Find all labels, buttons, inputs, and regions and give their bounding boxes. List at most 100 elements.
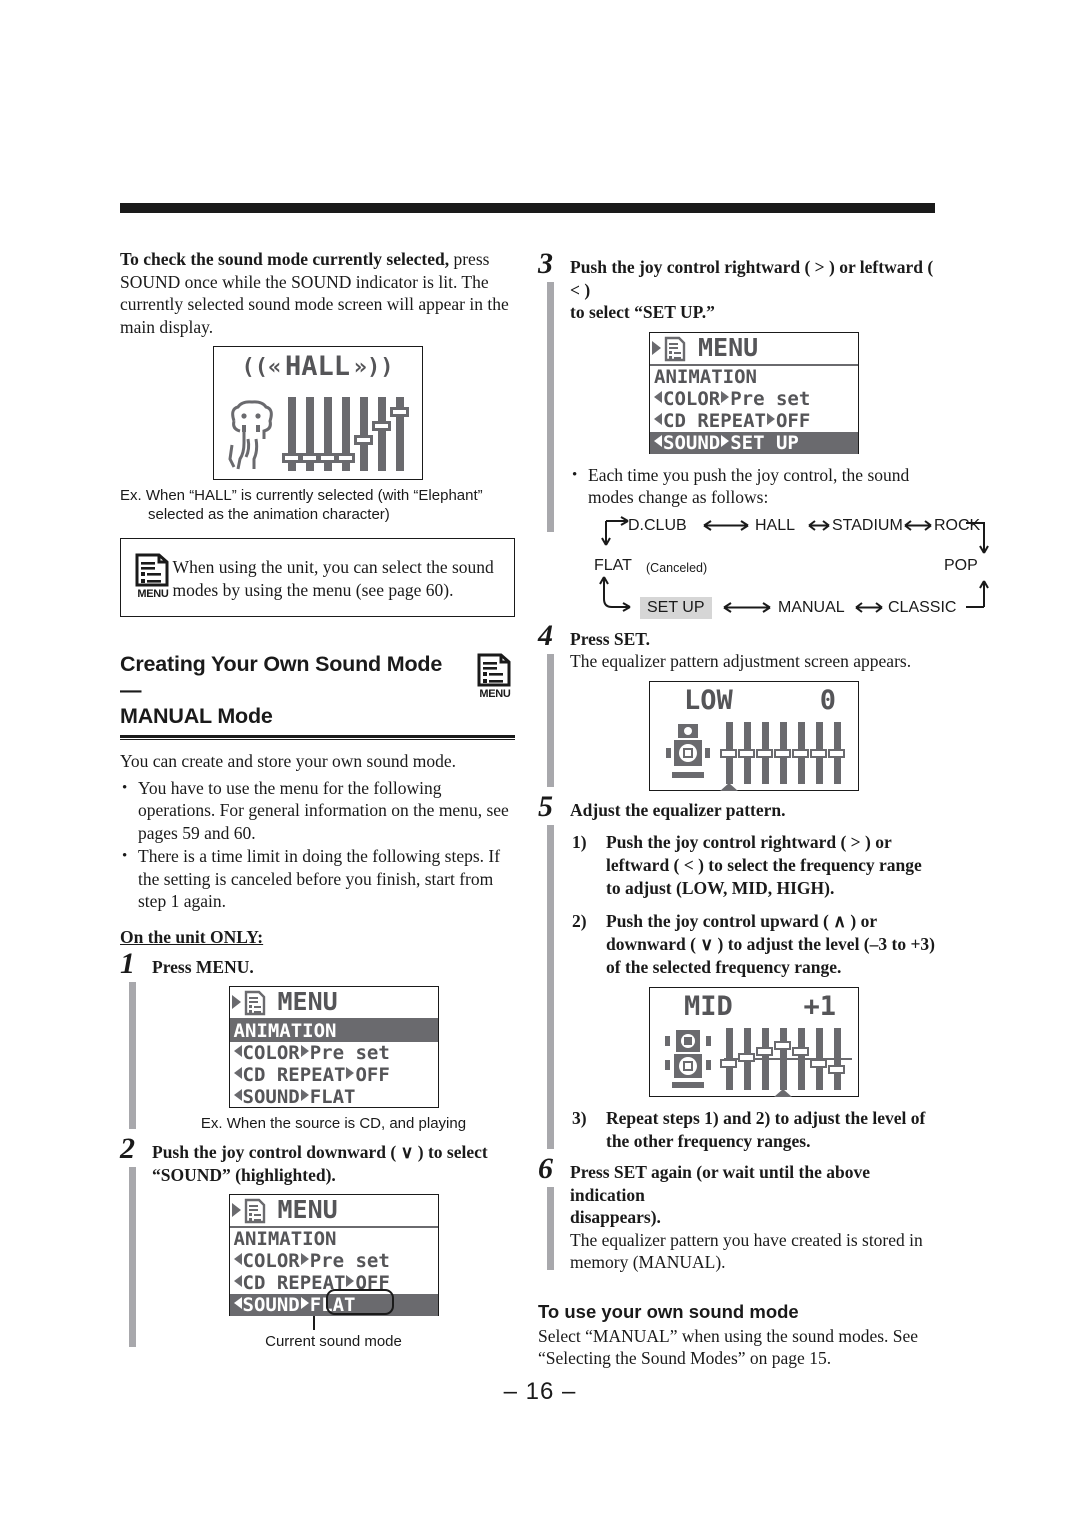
lcd-row-label: CD REPEAT <box>242 1272 346 1294</box>
step-5: 5 Adjust the equalizer pattern. 1) Push … <box>538 791 938 1154</box>
step-5-number: 5 <box>538 789 553 823</box>
lcd-row-label: SOUND <box>242 1086 300 1108</box>
flow-node-setup: SET UP <box>640 596 712 619</box>
step-5-equalizer-display: MID +1 <box>649 987 859 1097</box>
eq-band-label: MID <box>684 991 733 1022</box>
lcd-row-color: COLOR Pre set <box>230 1250 438 1272</box>
lcd-row-animation: ANIMATION <box>650 366 858 388</box>
lcd-row-sound: SOUND FLAT <box>230 1086 438 1108</box>
page-number: – 16 – <box>503 1378 577 1405</box>
flow-node-hall: HALL <box>755 516 796 534</box>
step-3-menu-display: MENU ANIMATION COLOR Pre set CD REPEAT OFF… <box>649 331 859 454</box>
right-arrow-icon <box>300 1297 309 1309</box>
lcd-row-label: SOUND <box>242 1294 300 1316</box>
step-4-title: Press SET. <box>570 628 651 649</box>
lcd-menu-icon <box>664 336 686 362</box>
lcd-row-value: Pre set <box>309 1250 390 1272</box>
lcd-row-cd-repeat: CD REPEAT OFF <box>230 1064 438 1086</box>
left-arrow-icon <box>233 1045 242 1057</box>
flow-node-manual: MANUAL <box>778 598 845 616</box>
flow-arrow-hall-stadium <box>808 519 830 531</box>
left-arrow-icon <box>652 340 661 355</box>
lcd-row-sound: SOUND SET UP <box>650 431 858 454</box>
list-item: Each time you push the joy control, the … <box>570 464 938 509</box>
lcd-row-label: COLOR <box>663 387 721 410</box>
lcd-title: MENU <box>277 1195 338 1224</box>
lcd-menu-icon <box>244 990 266 1016</box>
menu-icon-label: MENU <box>137 588 169 600</box>
lcd-title: MENU <box>277 987 338 1016</box>
lcd-row-animation: ANIMATION <box>229 1020 438 1042</box>
lcd-row-value: SET UP <box>730 431 799 454</box>
lcd-row-value: OFF <box>355 1064 390 1086</box>
section-intro: You can create and store your own sound … <box>120 751 456 771</box>
lcd-row-cd-repeat: CD REPEAT OFF <box>650 410 858 432</box>
list-item: You have to use the menu for the followi… <box>120 777 515 845</box>
right-arrow-icon <box>300 1045 309 1057</box>
hall-display-caption: Ex. When “HALL” is currently selected (w… <box>120 487 483 523</box>
manual-page: To check the sound mode currently select… <box>0 0 1080 1528</box>
step-2-menu-display: MENU ANIMATION COLOR Pre set CD REPEAT OFF… <box>228 1194 439 1316</box>
substep-text: Push the joy control upward ( ∧ ) or dow… <box>606 911 936 977</box>
section-heading-line2: MANUAL Mode <box>120 704 273 728</box>
lcd-title: MENU <box>698 332 759 362</box>
step-4: 4 Press SET. The equalizer pattern adjus… <box>538 620 938 791</box>
right-arrow-icon <box>721 390 730 403</box>
wave-right-icon: »)) <box>353 355 394 380</box>
step-3-title: Push the joy control rightward ( > ) or … <box>570 256 938 324</box>
right-arrow-icon <box>766 412 775 425</box>
lcd-row-cd-repeat: CD REPEAT OFF <box>230 1272 438 1294</box>
step-3-number: 3 <box>538 247 553 280</box>
section-heading: Creating Your Own Sound Mode — MANUAL Mo… <box>120 651 515 729</box>
document-icon <box>477 653 511 687</box>
section-menu-icon: MENU <box>477 653 513 700</box>
flow-arrow-rock-to-pop <box>966 521 989 553</box>
eq-band-label: LOW <box>684 684 733 716</box>
lcd-menu-icon <box>244 1198 266 1224</box>
lcd-header: MENU <box>229 1195 438 1228</box>
step-6-bar <box>547 1187 554 1270</box>
intro-lead-bold: To check the sound mode currently select… <box>120 249 450 269</box>
elephant-character-icon <box>224 399 280 473</box>
joy-control-icon <box>662 1028 714 1090</box>
callout-connector <box>152 1316 515 1332</box>
lcd-header: MENU <box>229 987 438 1020</box>
left-arrow-icon <box>233 1089 242 1101</box>
flow-arrow-stadium-rock <box>904 519 932 531</box>
flow-arrow-into-dclub <box>601 515 629 545</box>
lcd-row-sound: SOUND FLAT <box>229 1294 438 1316</box>
section-heading-block: Creating Your Own Sound Mode — MANUAL Mo… <box>120 651 515 740</box>
eq-level-value: 0 <box>819 684 836 716</box>
on-the-unit-only-heading: On the unit ONLY: <box>120 926 264 947</box>
step-3-title-line1: Push the joy control rightward ( > ) or … <box>570 257 934 300</box>
flow-arrow-classic-to-pop <box>966 580 989 608</box>
left-arrow-icon <box>231 1203 241 1217</box>
step-4-equalizer-display: LOW 0 <box>649 680 859 791</box>
lcd-row-value: OFF <box>775 409 811 432</box>
step-1: 1 Press MENU. MENU ANIMATION COLOR Pre s… <box>120 948 515 1134</box>
list-item: There is a time limit in doing the follo… <box>120 845 515 913</box>
step-1-bar <box>129 981 136 1129</box>
step-6-body: The equalizer pattern you have created i… <box>570 1229 923 1273</box>
right-arrow-icon <box>346 1067 355 1079</box>
lcd-row-value: Pre set <box>309 1042 390 1064</box>
lcd-row-value: FLAT <box>309 1294 356 1316</box>
flow-node-pop: POP <box>944 556 978 574</box>
eq-cursor-icon <box>774 1089 792 1097</box>
section-rule <box>120 735 515 740</box>
eq-cursor-icon <box>720 782 738 791</box>
lcd-row-value: OFF <box>355 1272 390 1294</box>
lcd-row-label: ANIMATION <box>233 1020 337 1042</box>
flow-node-stadium: STADIUM <box>832 516 903 534</box>
flow-arrow-manual-classic <box>855 601 883 613</box>
step-6-title-line1: Press SET again (or wait until the above… <box>570 1162 870 1205</box>
eq-sliders <box>720 721 852 791</box>
substep-number: 1) <box>572 832 587 852</box>
step-3-title-line2: to select “SET UP.” <box>570 302 715 322</box>
step-6: 6 Press SET again (or wait until the abo… <box>538 1154 938 1274</box>
left-arrow-icon <box>654 434 662 447</box>
hall-mode-display: ((« HALL »)) <box>212 346 423 480</box>
left-arrow-icon <box>231 995 241 1009</box>
section-bullet-list: You have to use the menu for the followi… <box>120 777 515 913</box>
right-arrow-icon <box>300 1089 309 1101</box>
